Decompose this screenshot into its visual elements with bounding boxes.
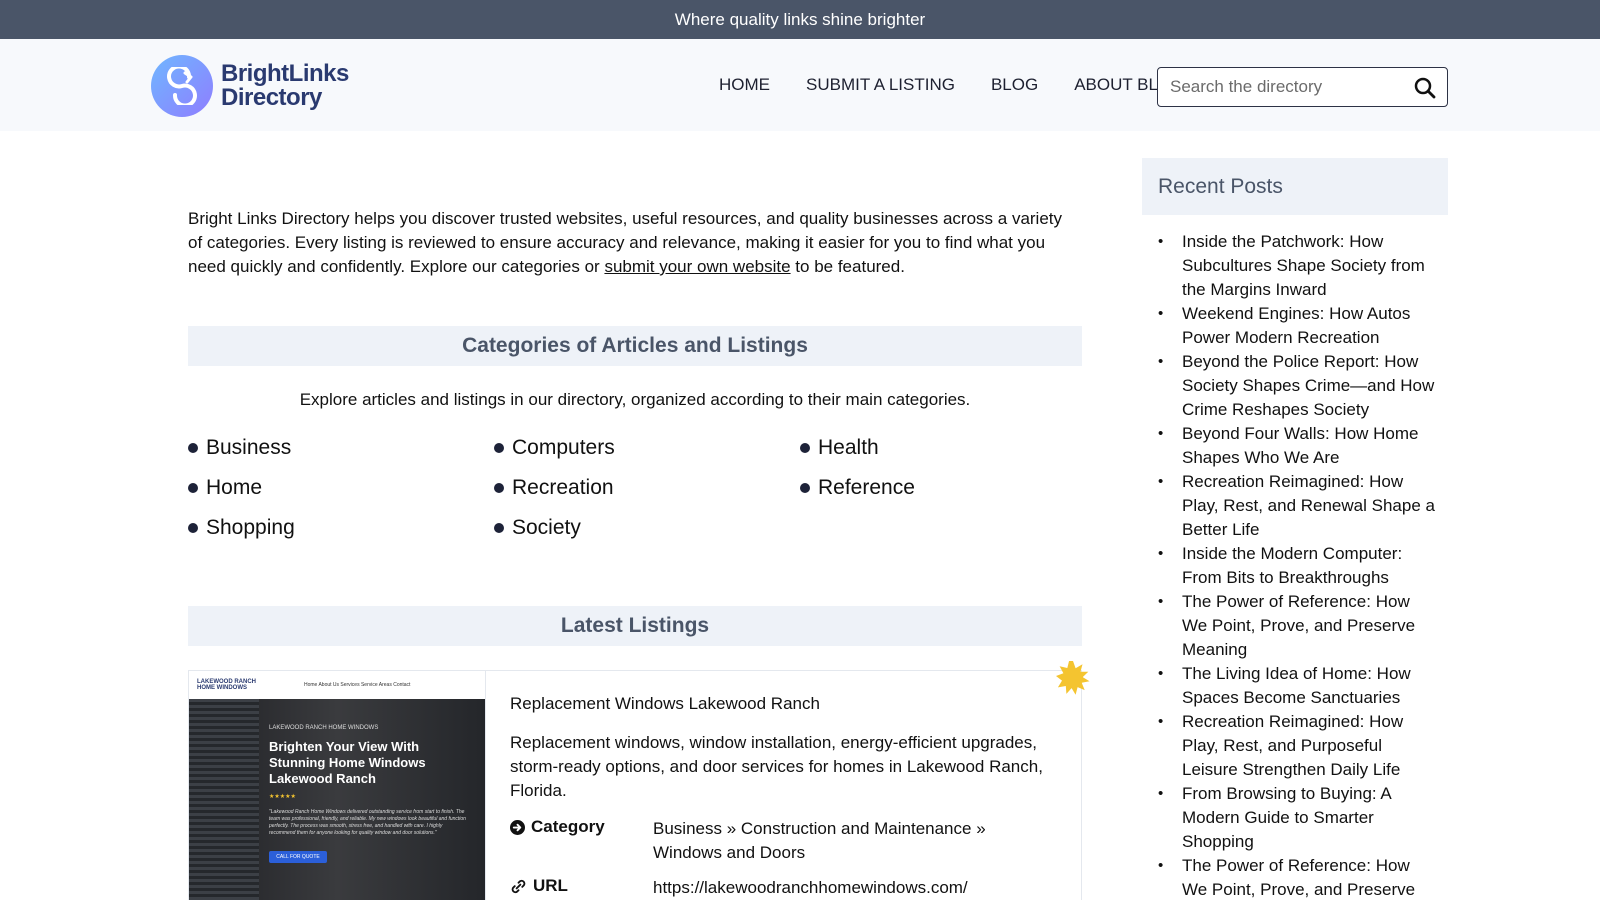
category-home[interactable]: Home [188, 474, 494, 502]
listing-url-value[interactable]: https://lakewoodranchhomewindows.com/ [653, 876, 1053, 900]
category-label: Recreation [512, 476, 614, 499]
bullet-icon [188, 523, 198, 533]
screenshot-stars: ★★★★★ [269, 794, 296, 800]
submit-website-link[interactable]: submit your own website [604, 257, 790, 276]
category-business[interactable]: Business [188, 434, 494, 462]
logo-icon [151, 55, 213, 117]
top-announcement-bar: Where quality links shine brighter [0, 0, 1600, 39]
recent-post-item[interactable]: The Power of Reference: How We Point, Pr… [1142, 854, 1448, 900]
bullet-icon [494, 523, 504, 533]
nav-blog[interactable]: BLOG [991, 75, 1038, 95]
nav-about[interactable]: ABOUT BLD [1074, 75, 1170, 95]
latest-listings-heading: Latest Listings [188, 606, 1082, 646]
bullet-icon [494, 483, 504, 493]
recent-post-item[interactable]: Beyond the Police Report: How Society Sh… [1142, 350, 1448, 422]
bullet-icon [188, 443, 198, 453]
listing-url-key: URL [510, 876, 653, 900]
screenshot-kicker: LAKEWOOD RANCH HOME WINDOWS [269, 725, 379, 731]
screenshot-header: LAKEWOOD RANCH HOME WINDOWS Home About U… [189, 671, 485, 699]
recent-posts-heading: Recent Posts [1142, 158, 1448, 215]
listing-url-row: URL https://lakewoodranchhomewindows.com… [510, 876, 1053, 900]
category-reference[interactable]: Reference [800, 474, 1082, 502]
category-label: Society [512, 516, 581, 539]
tagline: Where quality links shine brighter [674, 9, 926, 29]
bullet-icon [800, 443, 810, 453]
category-label: Health [818, 436, 879, 459]
search-box [1157, 67, 1448, 107]
recent-post-item[interactable]: Recreation Reimagined: How Play, Rest, a… [1142, 710, 1448, 782]
category-computers[interactable]: Computers [494, 434, 800, 462]
listing-category-key: Category [510, 817, 653, 865]
screenshot-quote: "Lakewood Ranch Home Windows delivered o… [269, 809, 466, 836]
bullet-icon [494, 443, 504, 453]
category-label: Reference [818, 476, 915, 499]
logo-wordmark: BrightLinks Directory [221, 62, 349, 110]
category-shopping[interactable]: Shopping [188, 514, 494, 542]
recent-post-item[interactable]: Inside the Patchwork: How Subcultures Sh… [1142, 230, 1448, 302]
category-label: Business [206, 436, 292, 459]
bullet-icon [800, 483, 810, 493]
link-icon [511, 879, 526, 894]
screenshot-hero: LAKEWOOD RANCH HOME WINDOWS Brighten You… [189, 699, 485, 900]
logo-line-1: BrightLinks [221, 60, 349, 87]
recent-post-item[interactable]: Beyond Four Walls: How Home Shapes Who W… [1142, 422, 1448, 470]
search-input[interactable] [1158, 77, 1398, 97]
category-recreation[interactable]: Recreation [494, 474, 800, 502]
listing-screenshot[interactable]: LAKEWOOD RANCH HOME WINDOWS Home About U… [189, 671, 486, 900]
recent-post-item[interactable]: From Browsing to Buying: A Modern Guide … [1142, 782, 1448, 854]
screenshot-logo: LAKEWOOD RANCH HOME WINDOWS [197, 679, 256, 691]
listing-description: Replacement windows, window installation… [510, 733, 1043, 800]
categories-heading: Categories of Articles and Listings [188, 326, 1082, 366]
search-icon [1414, 77, 1436, 99]
nav-submit-listing[interactable]: SUBMIT A LISTING [806, 75, 955, 95]
category-health[interactable]: Health [800, 434, 1082, 462]
category-label: Shopping [206, 516, 295, 539]
category-label: Home [206, 476, 263, 499]
listing-category-value[interactable]: Business » Construction and Maintenance … [653, 817, 1053, 865]
bullet-icon [188, 483, 198, 493]
search-button[interactable] [1413, 76, 1437, 100]
category-label: Computers [512, 436, 615, 459]
window-blinds-image [189, 699, 259, 900]
recent-post-item[interactable]: Recreation Reimagined: How Play, Rest, a… [1142, 470, 1448, 542]
intro-text-end: to be featured. [790, 257, 905, 276]
featured-badge-icon [1056, 661, 1090, 695]
intro-paragraph: Bright Links Directory helps you discove… [188, 207, 1068, 279]
categories-subtitle: Explore articles and listings in our dir… [299, 390, 971, 409]
site-logo[interactable]: BrightLinks Directory [151, 55, 349, 117]
logo-line-2: Directory [221, 84, 322, 111]
listing-title[interactable]: Replacement Windows Lakewood Ranch [510, 694, 820, 714]
category-key-label: Category [531, 817, 605, 836]
site-header: BrightLinks Directory HOME SUBMIT A LIST… [0, 39, 1600, 131]
listing-category-row: Category Business » Construction and Mai… [510, 817, 1053, 865]
screenshot-button: CALL FOR QUOTE [269, 851, 327, 863]
sidebar-recent-posts: Recent Posts Inside the Patchwork: How S… [1142, 158, 1448, 900]
arrow-circle-icon [510, 820, 525, 835]
recent-post-item[interactable]: Inside the Modern Computer: From Bits to… [1142, 542, 1448, 590]
categories-grid: Business Computers Health Home Recreatio… [188, 434, 1082, 542]
main-nav: HOME SUBMIT A LISTING BLOG ABOUT BLD [719, 65, 1170, 105]
nav-home[interactable]: HOME [719, 75, 770, 95]
recent-post-item[interactable]: Weekend Engines: How Autos Power Modern … [1142, 302, 1448, 350]
screenshot-headline: Brighten Your View With Stunning Home Wi… [269, 739, 426, 786]
screenshot-logo-line-2: HOME WINDOWS [197, 685, 247, 691]
url-key-label: URL [533, 876, 568, 895]
recent-post-item[interactable]: The Living Idea of Home: How Spaces Beco… [1142, 662, 1448, 710]
screenshot-nav: Home About Us Services Service Areas Con… [304, 682, 411, 688]
recent-post-item[interactable]: The Power of Reference: How We Point, Pr… [1142, 590, 1448, 662]
category-society[interactable]: Society [494, 514, 800, 542]
recent-posts-list: Inside the Patchwork: How Subcultures Sh… [1142, 230, 1448, 900]
